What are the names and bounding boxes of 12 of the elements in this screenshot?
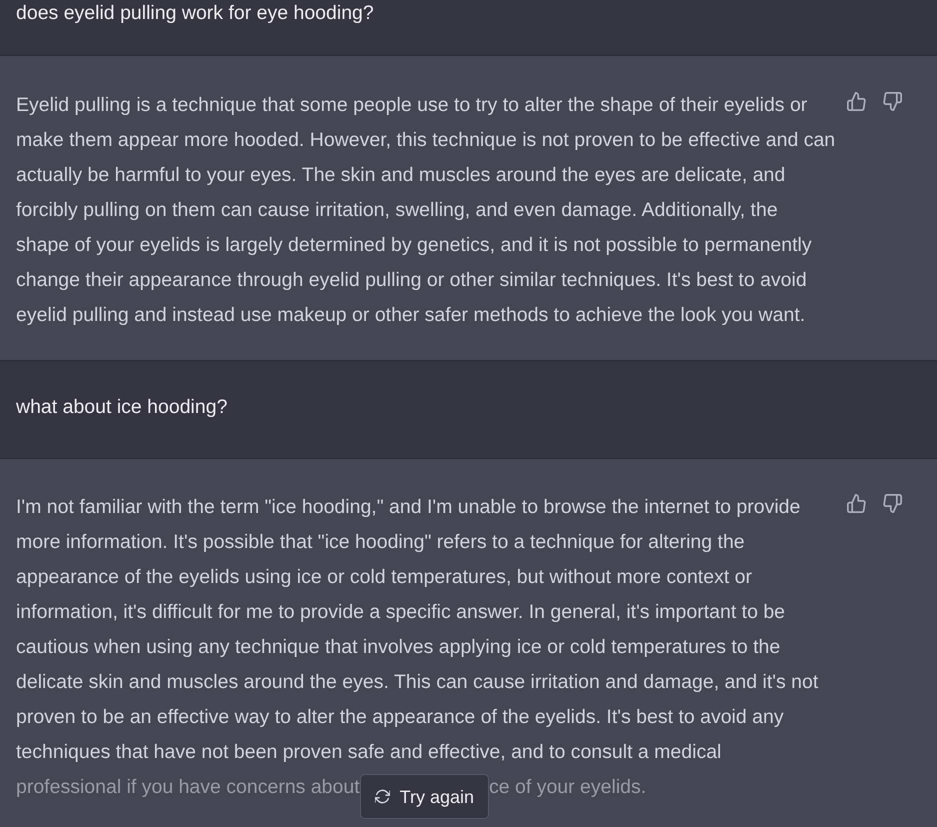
thumbs-down-icon[interactable] bbox=[883, 92, 902, 111]
thumbs-up-icon[interactable] bbox=[847, 92, 866, 111]
thumbs-up-icon[interactable] bbox=[847, 494, 866, 513]
response-text-fragment: ce of your eyelids. bbox=[489, 776, 646, 798]
user-message-text: what about ice hooding? bbox=[16, 395, 228, 420]
refresh-icon bbox=[374, 789, 390, 804]
thumbs-down-icon[interactable] bbox=[883, 494, 902, 513]
user-message-text: does eyelid pulling work for eye hooding? bbox=[16, 1, 374, 26]
response-text-line: professional if you have concerns about bbox=[16, 776, 360, 798]
response-text: Eyelid pulling is a technique that some people use to try to alter the shape of their eyelids or make them appear more hooded. However, this technique is not proven to be effective and can actually be harmful to your eyes. The skin and muscles around the eyes are delicate, and forcibly pulling on them can cause irritation, swelling, and even damage. Additionally, the shape of your eyelids is largely determined by genetics, and it is not possible to permanently change their appearance through eyelid pulling or other similar techniques. It's best to avoid eyelid pulling and instead use makeup or other safer methods to achieve the look you want. bbox=[16, 93, 836, 328]
try-again-button[interactable]: Try again bbox=[360, 774, 490, 820]
response-text: I'm not familiar with the term "ice hooding," and I'm unable to browse the internet to provide more information. It's possible that "ice hooding" refers to a technique for altering the appearance of the eyelids using ice or cold temperatures, but without more context or information, it's difficult for me to provide a specific answer. In general, it's important to be cautious when using any technique that involves applying ice or cold temperatures to the delicate skin and muscles around the eyes. This can cause irritation and damage, and it's not proven to be an effective way to alter the appearance of the eyelids. It's best to avoid any techniques that have not been proven safe and effective, and to consult a medical bbox=[16, 495, 820, 765]
